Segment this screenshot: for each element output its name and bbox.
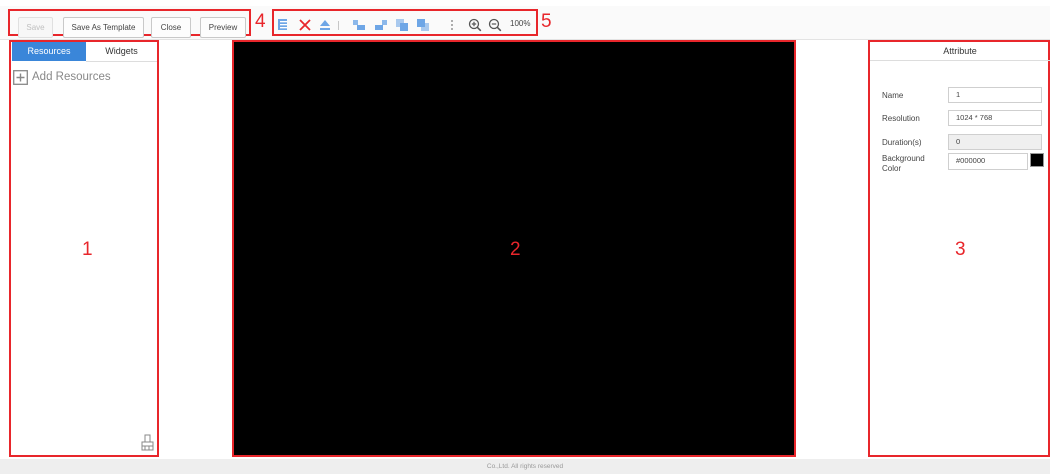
zoom-out-icon[interactable] [488, 18, 502, 32]
region-marker-2: 2 [510, 239, 521, 260]
background-color-label: Background Color [882, 154, 925, 174]
add-resources-label: Add Resources [32, 71, 111, 83]
plus-icon [13, 70, 28, 85]
background-color-label-line2: Color [882, 164, 902, 173]
resources-panel: Resources Widgets Add Resources 1 [9, 40, 159, 457]
name-field[interactable]: 1 [948, 87, 1042, 103]
region-marker-5: 5 [541, 11, 552, 32]
region-marker-3: 3 [955, 239, 966, 260]
footer: Co.,Ltd. All rights reserved [0, 459, 1050, 474]
preview-button[interactable]: Preview [200, 17, 246, 38]
attribute-title: Attribute [870, 42, 1050, 61]
copy-icon[interactable] [276, 18, 290, 32]
close-button[interactable]: Close [151, 17, 191, 38]
align-right-icon[interactable] [374, 18, 388, 32]
tab-widgets[interactable]: Widgets [86, 42, 157, 62]
save-button[interactable]: Save [18, 17, 53, 38]
design-canvas[interactable]: 2 [232, 40, 796, 457]
region-marker-4: 4 [255, 11, 266, 32]
action-buttons-group: Save Save As Template Close Preview [8, 9, 251, 38]
more-icon[interactable] [449, 18, 455, 32]
name-label: Name [882, 91, 904, 100]
duration-label: Duration(s) [882, 138, 922, 147]
send-backward-icon[interactable] [416, 18, 430, 32]
add-resources-button[interactable]: Add Resources [13, 70, 133, 86]
background-color-swatch[interactable] [1030, 153, 1044, 167]
resolution-field[interactable]: 1024 * 768 [948, 110, 1042, 126]
background-color-field[interactable]: #000000 [948, 153, 1028, 170]
bring-forward-icon[interactable] [395, 18, 409, 32]
move-top-icon[interactable] [318, 18, 332, 32]
tab-resources[interactable]: Resources [12, 42, 86, 61]
zoom-in-icon[interactable] [468, 18, 482, 32]
align-left-icon[interactable] [352, 18, 366, 32]
background-color-label-line1: Background [882, 154, 925, 163]
region-marker-1: 1 [82, 239, 93, 260]
edit-tools-group: 100% [272, 9, 538, 36]
resolution-label: Resolution [882, 114, 920, 123]
toolbar-separator [338, 21, 339, 30]
eraser-icon[interactable] [141, 434, 154, 451]
zoom-level: 100% [510, 19, 531, 28]
save-as-template-button[interactable]: Save As Template [63, 17, 144, 38]
duration-field: 0 [948, 134, 1042, 150]
attribute-panel: Attribute Name 1 Resolution 1024 * 768 D… [868, 40, 1050, 457]
delete-icon[interactable] [298, 18, 312, 32]
